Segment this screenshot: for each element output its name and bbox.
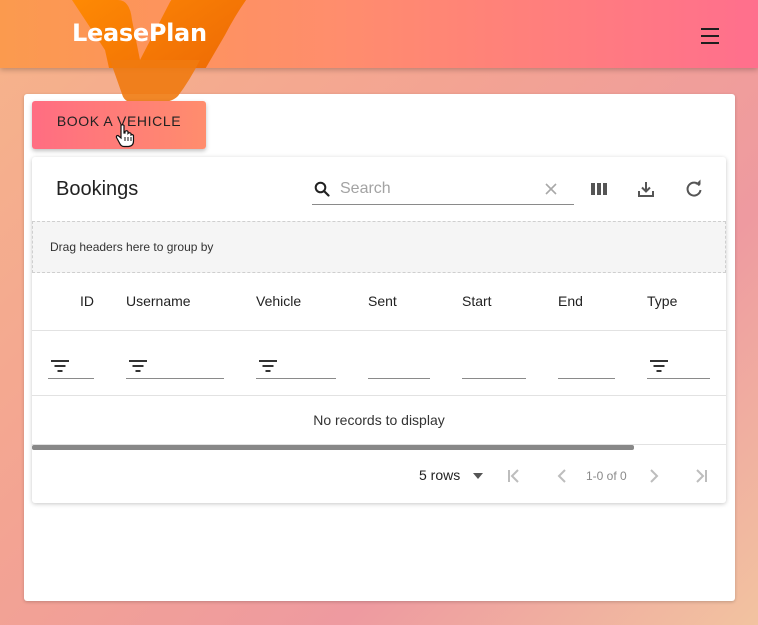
table-title: Bookings (56, 178, 139, 200)
refresh-icon[interactable] (684, 179, 704, 199)
filter-id[interactable] (48, 357, 94, 379)
search-input[interactable] (340, 177, 530, 201)
logo-swoosh-tail (110, 60, 200, 102)
search-field[interactable] (312, 173, 574, 205)
rows-per-page-select[interactable]: 5 rows (419, 467, 460, 483)
caret-down-icon[interactable] (472, 472, 484, 480)
previous-page-icon[interactable] (554, 468, 570, 484)
column-header-type[interactable]: Type (647, 293, 677, 309)
filter-icon (129, 360, 147, 372)
empty-message: No records to display (313, 412, 445, 428)
column-header-username[interactable]: Username (126, 293, 191, 309)
menu-icon-bar (701, 35, 719, 37)
menu-icon-bar (701, 42, 719, 44)
horizontal-scrollbar[interactable] (32, 445, 634, 450)
menu-icon (701, 28, 719, 30)
download-icon[interactable] (636, 179, 656, 199)
filter-icon (51, 360, 69, 372)
columns-icon[interactable] (590, 181, 608, 197)
bookings-table: Bookings Drag headers here to group by I… (32, 157, 726, 503)
filter-start[interactable] (462, 357, 526, 379)
group-by-dropzone[interactable]: Drag headers here to group by (32, 221, 726, 273)
first-page-icon[interactable] (506, 468, 522, 484)
table-header-row: ID Username Vehicle Sent Start End Type (32, 273, 726, 331)
filter-end[interactable] (558, 357, 615, 379)
hand-cursor-icon (115, 124, 135, 148)
top-app-bar: LeasePlan (0, 0, 758, 68)
brand-logo[interactable]: LeasePlan (72, 19, 207, 47)
filter-type[interactable] (647, 357, 710, 379)
filter-icon (650, 360, 668, 372)
search-icon (314, 181, 330, 197)
filter-vehicle[interactable] (256, 357, 336, 379)
last-page-icon[interactable] (693, 468, 709, 484)
filter-username[interactable] (126, 357, 224, 379)
filter-sent[interactable] (368, 357, 430, 379)
menu-button[interactable] (694, 22, 726, 48)
column-header-start[interactable]: Start (462, 293, 492, 309)
column-header-id[interactable]: ID (80, 293, 94, 309)
column-header-end[interactable]: End (558, 293, 583, 309)
clear-search-icon[interactable] (544, 182, 558, 196)
column-header-sent[interactable]: Sent (368, 293, 397, 309)
filter-row (32, 331, 726, 396)
filter-icon (259, 360, 277, 372)
column-header-vehicle[interactable]: Vehicle (256, 293, 301, 309)
next-page-icon[interactable] (646, 468, 662, 484)
page-range-label: 1-0 of 0 (586, 469, 627, 483)
